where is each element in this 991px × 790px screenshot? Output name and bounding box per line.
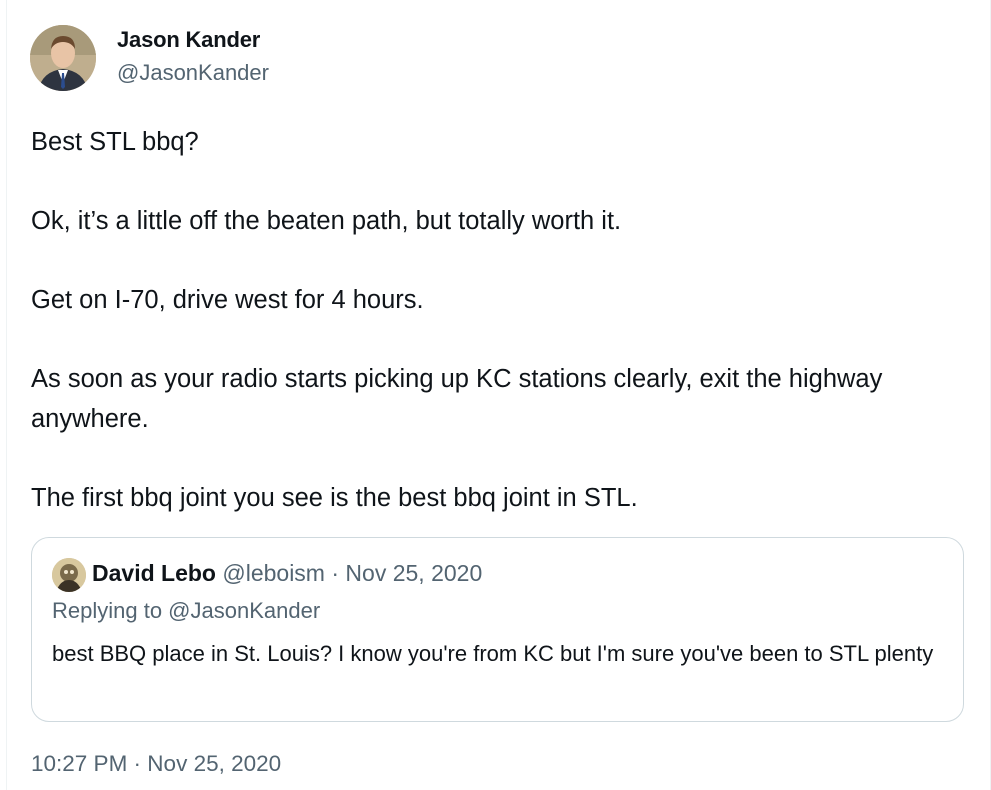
quoted-author-handle[interactable]: @leboism	[222, 560, 325, 586]
author-handle[interactable]: @JasonKander	[117, 60, 269, 86]
tweet-spacer	[31, 163, 951, 203]
tweet-timestamp[interactable]: 10:27 PM · Nov 25, 2020	[31, 751, 281, 777]
tweet-line: Ok, it’s a little off the beaten path, b…	[31, 207, 622, 235]
quoted-text: best BBQ place in St. Louis? I know you'…	[52, 641, 934, 666]
quoted-replying-to: Replying to @JasonKander	[52, 598, 321, 623]
quoted-tweet-card[interactable]: David Lebo @leboism · Nov 25, 2020 Reply…	[31, 537, 964, 722]
author-name[interactable]: Jason Kander	[117, 27, 260, 53]
tweet-spacer	[31, 439, 951, 479]
quoted-date[interactable]: Nov 25, 2020	[345, 560, 482, 586]
tweet-text: Best STL bbq? Ok, it’s a little off the …	[31, 123, 951, 518]
tweet-line: Best STL bbq?	[31, 128, 199, 156]
frame-left-border	[6, 0, 7, 790]
author-avatar[interactable]	[30, 25, 96, 91]
tweet-line: Get on I-70, drive west for 4 hours.	[31, 286, 424, 314]
quoted-header: David Lebo @leboism · Nov 25, 2020	[92, 560, 482, 587]
quoted-separator: ·	[331, 560, 340, 586]
tweet-line: As soon as your radio starts picking up …	[31, 365, 883, 433]
quoted-author-avatar[interactable]	[52, 558, 86, 592]
tweet-spacer	[31, 321, 951, 361]
tweet-spacer	[31, 242, 951, 282]
quoted-author-name[interactable]: David Lebo	[92, 560, 216, 586]
tweet-line: The first bbq joint you see is the best …	[31, 483, 638, 512]
